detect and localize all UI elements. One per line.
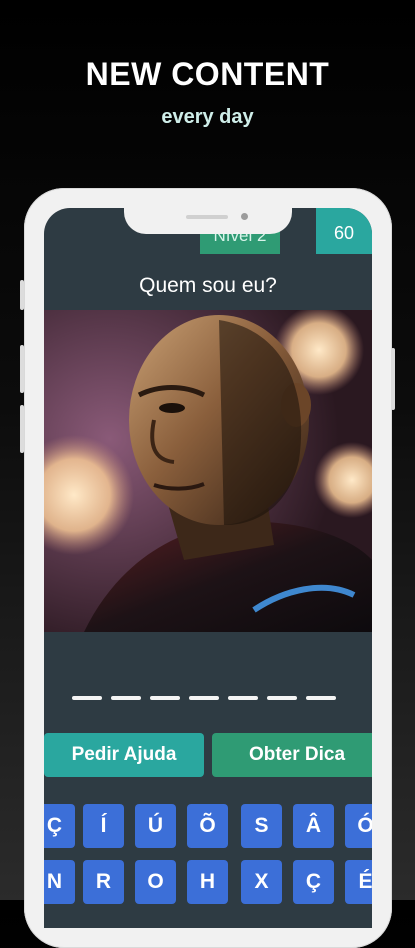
answer-slot — [72, 696, 102, 700]
mystery-portrait-image — [44, 310, 372, 632]
letter-key[interactable]: Õ — [187, 804, 228, 848]
letter-key[interactable]: Í — [83, 804, 124, 848]
answer-slot — [189, 696, 219, 700]
letter-key[interactable]: Ú — [135, 804, 176, 848]
letter-key[interactable]: Ó — [345, 804, 372, 848]
question-text: Quem sou eu? — [139, 274, 277, 297]
letter-key[interactable]: X — [241, 860, 282, 904]
answer-slot — [267, 696, 297, 700]
answer-slot — [306, 696, 336, 700]
phone-side-button — [20, 405, 24, 453]
phone-camera — [241, 213, 248, 220]
answer-slot — [150, 696, 180, 700]
ask-help-button[interactable]: Pedir Ajuda — [44, 733, 204, 777]
get-hint-button[interactable]: Obter Dica — [212, 733, 372, 777]
letter-key[interactable]: H — [187, 860, 228, 904]
promo-headline: NEW CONTENT — [85, 56, 330, 92]
coins-counter: 60 — [316, 208, 372, 254]
letter-key[interactable]: R — [83, 860, 124, 904]
phone-side-button — [391, 348, 395, 410]
portrait-illustration — [44, 310, 372, 632]
letter-key[interactable]: N — [44, 860, 75, 904]
letter-key[interactable]: Â — [293, 804, 334, 848]
promo-subline: every day — [161, 106, 254, 128]
answer-slot — [111, 696, 141, 700]
answer-slot — [228, 696, 258, 700]
letter-key[interactable]: É — [345, 860, 372, 904]
letter-key[interactable]: O — [135, 860, 176, 904]
letter-key[interactable]: S — [241, 804, 282, 848]
game-screen: Nível 2 60 Quem sou eu? Pedir Ajuda Obte… — [44, 208, 372, 928]
phone-notch — [124, 208, 292, 234]
phone-speaker — [186, 215, 228, 219]
answer-slots — [72, 696, 336, 700]
letter-key[interactable]: Ç — [293, 860, 334, 904]
phone-side-button — [20, 345, 24, 393]
phone-side-button — [20, 280, 24, 310]
letter-key[interactable]: Ç — [44, 804, 75, 848]
